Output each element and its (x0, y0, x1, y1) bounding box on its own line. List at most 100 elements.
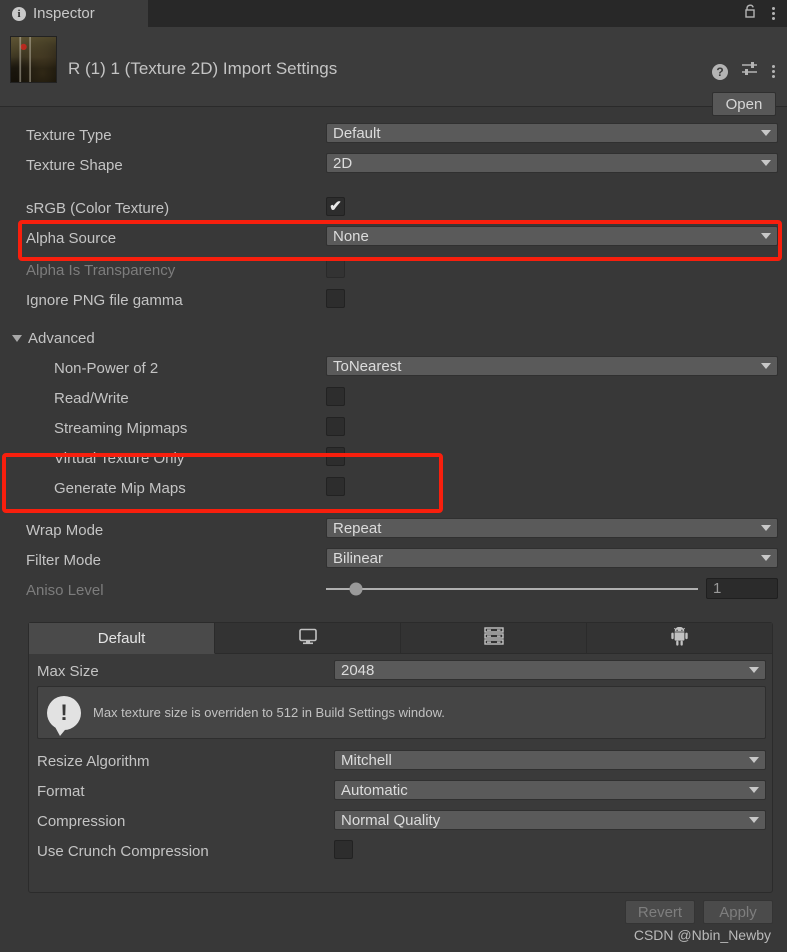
streaming-mipmaps-checkbox[interactable] (326, 417, 345, 436)
monitor-icon (298, 628, 318, 649)
alpha-is-transparency-row: Alpha Is Transparency (0, 260, 787, 281)
generate-mip-maps-row: Generate Mip Maps (0, 478, 787, 499)
resize-algorithm-label: Resize Algorithm (37, 753, 150, 770)
filter-mode-label: Filter Mode (26, 552, 102, 569)
read-write-label: Read/Write (54, 390, 129, 407)
tab-default[interactable]: Default (29, 623, 215, 654)
max-size-info-box: ! Max texture size is overriden to 512 i… (37, 686, 766, 739)
max-size-dropdown[interactable]: 2048 (334, 660, 766, 680)
use-crunch-compression-checkbox[interactable] (334, 840, 353, 859)
streaming-mipmaps-label: Streaming Mipmaps (54, 420, 188, 437)
alpha-source-value: None (333, 227, 369, 245)
texture-type-label: Texture Type (26, 127, 112, 144)
advanced-label: Advanced (28, 330, 95, 347)
srgb-label: sRGB (Color Texture) (26, 200, 170, 217)
texture-type-dropdown[interactable]: Default (326, 123, 778, 143)
kebab-menu-icon[interactable] (772, 7, 775, 20)
use-crunch-compression-row: Use Crunch Compression (29, 841, 774, 862)
texture-shape-dropdown[interactable]: 2D (326, 153, 778, 173)
chevron-down-icon (761, 233, 771, 239)
slider-knob[interactable] (349, 582, 363, 596)
read-write-row: Read/Write (0, 388, 787, 409)
srgb-row: sRGB (Color Texture) (0, 198, 787, 219)
aniso-level-slider[interactable] (326, 579, 698, 599)
android-robot-icon (671, 626, 688, 650)
platform-settings-panel: Default Max Size 2048 ! Max texture size… (28, 622, 773, 893)
resize-algorithm-dropdown[interactable]: Mitchell (334, 750, 766, 770)
chevron-down-icon (761, 130, 771, 136)
tab-android[interactable] (587, 623, 772, 654)
ignore-png-gamma-checkbox[interactable] (326, 289, 345, 308)
non-power-of-2-dropdown[interactable]: ToNearest (326, 356, 778, 376)
read-write-checkbox[interactable] (326, 387, 345, 406)
texture-thumbnail (10, 36, 57, 83)
ignore-png-gamma-row: Ignore PNG file gamma (0, 290, 787, 311)
srgb-checkbox[interactable]: ✔ (326, 197, 345, 216)
format-dropdown[interactable]: Automatic (334, 780, 766, 800)
settings-body: Texture Type Default Texture Shape 2D sR… (0, 108, 787, 952)
compression-value: Normal Quality (341, 811, 441, 829)
asset-header: R (1) 1 (Texture 2D) Import Settings ? O… (0, 27, 787, 116)
use-crunch-compression-label: Use Crunch Compression (37, 843, 209, 860)
wrap-mode-dropdown[interactable]: Repeat (326, 518, 778, 538)
format-value: Automatic (341, 781, 408, 799)
header-actions: ? (712, 61, 775, 82)
webgl-server-icon (483, 627, 504, 649)
window-tabstrip: i Inspector (0, 0, 787, 27)
kebab-menu-icon-header[interactable] (772, 65, 775, 78)
chevron-down-icon (749, 667, 759, 673)
checkmark-icon: ✔ (329, 198, 342, 215)
slider-track (326, 582, 698, 596)
texture-type-value: Default (333, 124, 381, 142)
virtual-texture-only-row: Virtual Texture Only (0, 448, 787, 469)
alpha-source-label: Alpha Source (26, 230, 117, 247)
triangle-down-icon (12, 335, 22, 342)
chevron-down-icon (749, 817, 759, 823)
tab-webgl[interactable] (401, 623, 587, 654)
watermark: CSDN @Nbin_Newby (633, 927, 771, 943)
generate-mip-maps-checkbox[interactable] (326, 477, 345, 496)
ignore-png-gamma-label: Ignore PNG file gamma (26, 292, 183, 309)
tab-default-label: Default (97, 629, 146, 647)
format-label: Format (37, 783, 85, 800)
lock-open-icon[interactable] (744, 3, 758, 24)
streaming-mipmaps-row: Streaming Mipmaps (0, 418, 787, 439)
alpha-is-transparency-checkbox (326, 259, 345, 278)
generate-mip-maps-label: Generate Mip Maps (54, 480, 186, 497)
filter-mode-value: Bilinear (333, 549, 384, 567)
help-icon[interactable]: ? (712, 63, 728, 80)
tab-standalone[interactable] (215, 623, 401, 654)
virtual-texture-only-checkbox[interactable] (326, 447, 345, 466)
non-power-of-2-value: ToNearest (333, 357, 402, 375)
filter-mode-dropdown[interactable]: Bilinear (326, 548, 778, 568)
exclamation-bubble-icon: ! (47, 695, 81, 736)
chevron-down-icon (749, 757, 759, 763)
max-size-label: Max Size (37, 663, 99, 680)
max-size-info-text: Max texture size is overriden to 512 in … (93, 705, 445, 720)
revert-button[interactable]: Revert (625, 900, 695, 924)
non-power-of-2-label: Non-Power of 2 (54, 360, 159, 377)
compression-label: Compression (37, 813, 126, 830)
chevron-down-icon (761, 525, 771, 531)
tab-inspector-label: Inspector (33, 5, 95, 22)
footer-buttons: Revert Apply (625, 900, 773, 924)
tabstrip-actions (744, 3, 787, 24)
inspector-window: i Inspector R (1) 1 (Texture 2D) Import … (0, 0, 787, 952)
info-icon: i (12, 6, 26, 21)
texture-shape-value: 2D (333, 154, 353, 172)
alpha-is-transparency-label: Alpha Is Transparency (26, 262, 176, 279)
max-size-value: 2048 (341, 661, 375, 679)
tab-inspector[interactable]: i Inspector (0, 0, 148, 27)
apply-button[interactable]: Apply (703, 900, 773, 924)
wrap-mode-label: Wrap Mode (26, 522, 104, 539)
alpha-source-dropdown[interactable]: None (326, 226, 778, 246)
chevron-down-icon (761, 160, 771, 166)
aniso-level-label: Aniso Level (26, 582, 104, 599)
virtual-texture-only-label: Virtual Texture Only (54, 450, 185, 467)
advanced-foldout[interactable]: Advanced (0, 328, 787, 349)
compression-dropdown[interactable]: Normal Quality (334, 810, 766, 830)
preset-settings-icon[interactable] (741, 61, 759, 82)
chevron-down-icon (761, 555, 771, 561)
aniso-level-value-field[interactable]: 1 (706, 578, 778, 599)
chevron-down-icon (761, 363, 771, 369)
